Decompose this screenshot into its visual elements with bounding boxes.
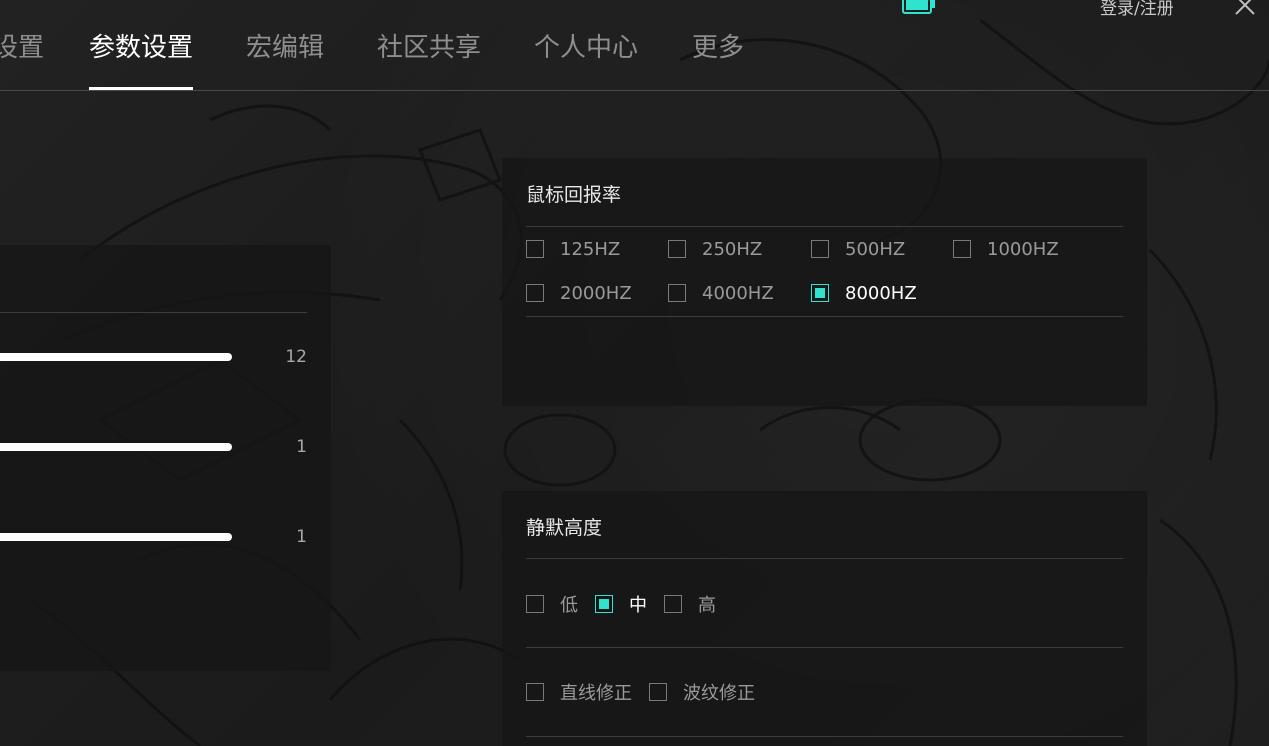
- slider-track-3[interactable]: [0, 533, 232, 541]
- tab-personal-center[interactable]: 个人中心: [534, 30, 638, 90]
- option-label: 波纹修正: [683, 683, 755, 704]
- option-label: 中: [629, 595, 647, 616]
- tab-settings[interactable]: 设置: [0, 30, 44, 90]
- polling-option-1000hz[interactable]: 1000HZ: [953, 237, 1059, 261]
- panel-divider: [526, 558, 1123, 559]
- tab-more[interactable]: 更多: [692, 30, 744, 90]
- checkbox-checked[interactable]: [811, 284, 829, 302]
- tab-label: 设置: [0, 33, 45, 63]
- slider-track-1[interactable]: [0, 353, 232, 361]
- tab-label: 社区共享: [377, 33, 482, 63]
- checkbox[interactable]: [526, 284, 544, 302]
- silent-height-panel: 静默高度 低 中 高 直线修正 波纹修正: [502, 491, 1147, 746]
- checkbox[interactable]: [668, 240, 686, 258]
- tab-community-share[interactable]: 社区共享: [377, 30, 481, 90]
- option-label: 2000HZ: [560, 282, 632, 304]
- polling-option-125hz[interactable]: 125HZ: [526, 237, 620, 261]
- slider-value-3: 1: [296, 527, 307, 547]
- polling-rate-panel: 鼠标回报率 125HZ 250HZ 500HZ 1000HZ 2000HZ 40…: [502, 158, 1147, 406]
- checkbox[interactable]: [526, 595, 544, 613]
- straight-line-correction-option[interactable]: 直线修正: [526, 680, 632, 704]
- panel-divider: [526, 316, 1123, 317]
- height-option-low[interactable]: 低: [526, 592, 578, 616]
- option-label: 低: [560, 595, 578, 616]
- tab-parameter-settings[interactable]: 参数设置: [89, 30, 194, 90]
- checkbox[interactable]: [811, 240, 829, 258]
- checkbox[interactable]: [668, 284, 686, 302]
- option-label: 高: [698, 595, 716, 616]
- polling-option-8000hz[interactable]: 8000HZ: [811, 281, 917, 305]
- option-label: 直线修正: [560, 683, 632, 704]
- polling-option-500hz[interactable]: 500HZ: [811, 237, 905, 261]
- checkbox[interactable]: [664, 595, 682, 613]
- checkbox[interactable]: [649, 683, 667, 701]
- panel-divider: [0, 312, 307, 313]
- tab-label: 参数设置: [89, 33, 194, 63]
- silent-height-title: 静默高度: [526, 517, 603, 539]
- polling-rate-title: 鼠标回报率: [526, 184, 622, 206]
- ripple-correction-option[interactable]: 波纹修正: [649, 680, 755, 704]
- checkbox[interactable]: [526, 240, 544, 258]
- panel-divider: [526, 226, 1123, 227]
- height-option-high[interactable]: 高: [664, 592, 716, 616]
- option-label: 4000HZ: [702, 282, 774, 304]
- close-icon[interactable]: [1234, 0, 1256, 16]
- tab-active-underline: [89, 87, 194, 90]
- slider-track-2[interactable]: [0, 443, 232, 451]
- tab-label: 宏编辑: [246, 33, 325, 63]
- battery-icon: [902, 0, 935, 14]
- checkbox[interactable]: [526, 683, 544, 701]
- slider-value-1: 12: [285, 347, 307, 367]
- option-label: 8000HZ: [845, 282, 917, 304]
- option-label: 250HZ: [702, 238, 763, 260]
- sensitivity-panel: 12 1 1: [0, 245, 331, 671]
- option-label: 500HZ: [845, 238, 906, 260]
- option-label: 125HZ: [560, 238, 621, 260]
- tab-macro-editor[interactable]: 宏编辑: [246, 30, 324, 90]
- option-label: 1000HZ: [987, 238, 1059, 260]
- checkbox-checked[interactable]: [595, 595, 613, 613]
- polling-option-250hz[interactable]: 250HZ: [668, 237, 762, 261]
- app-window: 设置 参数设置 宏编辑 社区共享 个人中心 更多 登录/注册 12 1 1 鼠标…: [0, 0, 1269, 746]
- panel-divider: [526, 647, 1123, 648]
- tab-label: 更多: [692, 33, 745, 63]
- height-option-medium[interactable]: 中: [595, 592, 647, 616]
- polling-option-2000hz[interactable]: 2000HZ: [526, 281, 632, 305]
- slider-value-2: 1: [296, 437, 307, 457]
- polling-option-4000hz[interactable]: 4000HZ: [668, 281, 774, 305]
- login-register-link[interactable]: 登录/注册: [1100, 0, 1174, 19]
- top-navigation: 设置 参数设置 宏编辑 社区共享 个人中心 更多 登录/注册: [0, 0, 1269, 91]
- checkbox[interactable]: [953, 240, 971, 258]
- tab-label: 个人中心: [534, 33, 639, 63]
- panel-divider: [526, 736, 1123, 737]
